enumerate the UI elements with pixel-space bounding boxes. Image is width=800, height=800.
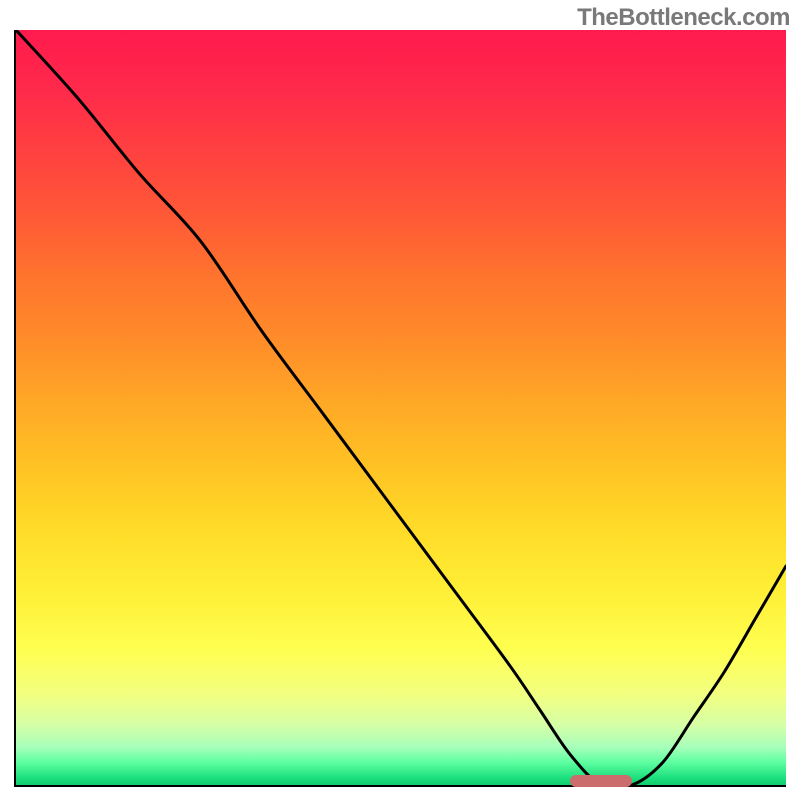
- chart-container: TheBottleneck.com: [0, 0, 800, 800]
- optimal-range-marker: [570, 775, 632, 787]
- x-axis-line: [14, 785, 786, 787]
- plot-gradient-background: [16, 30, 786, 785]
- y-axis-line: [14, 30, 16, 787]
- attribution-label: TheBottleneck.com: [577, 4, 790, 32]
